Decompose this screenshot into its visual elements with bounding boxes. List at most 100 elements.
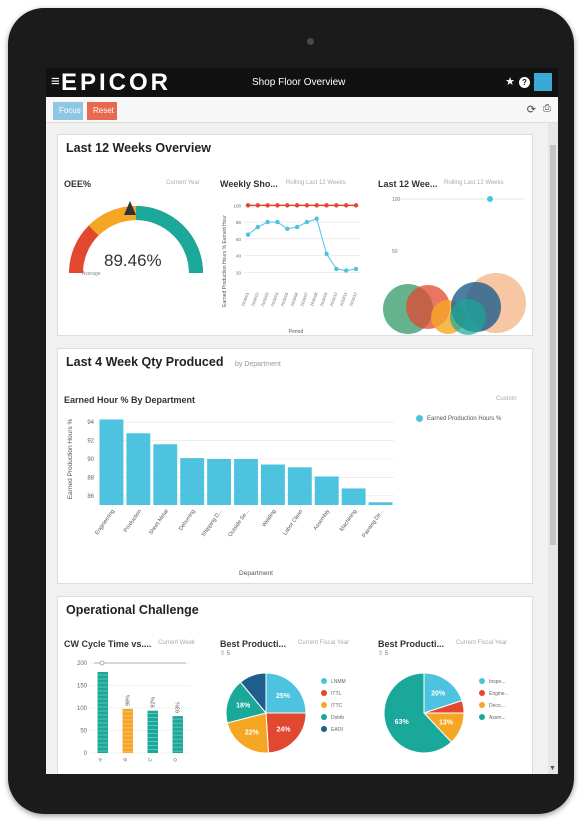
line-point [294,203,300,208]
bar [99,419,124,505]
cw-ytick-label: 100 [77,706,88,712]
bar-category-label: Machining [339,509,358,533]
pie-legend-swatch [479,702,485,708]
bar-category-label: Sheet Metal [148,509,170,536]
oee-value: 89.46% [104,251,162,270]
bubble-ytick-100: 100 [392,197,401,203]
line-point [343,268,349,273]
pie-data-label: 24% [276,726,291,733]
pie-legend-swatch [479,678,485,684]
bar-xlabel: Department [239,570,273,577]
pie-data-label: 25% [276,693,291,700]
pie-legend-label: Engine... [489,691,509,697]
line-xtick-label: 2019/02 [250,291,260,307]
bar [314,476,339,505]
scrollbar-thumb[interactable] [550,145,556,545]
panel-qty: Last 4 Week Qty Produced by Department E… [57,348,533,584]
line-point [304,219,310,225]
menu-icon[interactable]: ≡ [51,74,60,89]
pie-legend-label: ITTL [331,691,341,697]
cw-category-label: A [97,756,104,762]
focus-button[interactable]: Focus [53,102,83,120]
bar-category-label: Labor Clean [282,509,304,537]
scroll-down-arrow-icon[interactable]: ▼ [549,765,556,772]
bar-category-label: Shipping D... [201,508,224,538]
cw-ytick-label: 200 [77,661,88,667]
bar [341,488,366,505]
weekly-ylabel: Earned Production Hours % Earned Hour [222,215,228,307]
gauge-label: Average [82,271,101,277]
line-xtick-label: 2019/03 [260,291,270,307]
pie-legend-label: Inspe... [489,679,505,685]
weekly-chart-meta: Rolling Last 12 Weeks [286,180,346,186]
cw-bar [122,708,133,753]
bar [260,464,285,505]
line-ytick-label: 20 [236,270,242,275]
bar-ytick-label: 90 [87,457,94,463]
bar-category-label: Deburring [178,509,197,532]
pie-data-label: 20% [431,691,446,698]
line-point [285,226,290,231]
bubble-marker [487,196,493,202]
bubble-ytick-50: 50 [392,249,398,255]
bar-ylabel: Earned Production Hours % [67,418,74,499]
line-point [314,203,319,208]
line-point [294,224,300,230]
bubble-chart-meta: Rolling Last 12 Weeks [444,180,504,186]
cw-data-label: 92% [151,697,157,708]
line-point [245,232,251,237]
bar-ytick-label: 92 [87,439,94,445]
cw-ytick-label: 0 [84,751,88,757]
cw-chart-title: CW Cycle Time vs.... [64,639,152,649]
line-point [245,203,251,208]
cw-data-label: 98% [126,695,132,706]
pie-legend-label: LNMM [331,679,346,685]
panel-overview-title: Last 12 Weeks Overview [66,141,211,155]
line-point [275,219,280,225]
line-point [353,203,359,208]
line-point [343,203,349,208]
bar-category-label: Welding [261,509,277,529]
pie-data-label: 63% [395,719,410,726]
vertical-scrollbar[interactable]: ▼ [548,123,558,774]
cw-ytick-label: 50 [80,729,87,735]
page-title: Shop Floor Overview [252,77,346,88]
bar-ytick-label: 86 [87,494,94,500]
oee-meta: Current Year [166,180,200,186]
cw-category-label: C [147,757,154,763]
bar [207,459,232,505]
bar-chart-meta: Custom [496,396,517,402]
cw-bar [97,672,108,753]
bar [180,458,205,505]
line-point [255,203,261,208]
help-icon[interactable]: ? [519,76,530,88]
line-point [314,216,319,221]
bar [234,459,258,505]
top-icons: ★ ? [505,73,552,91]
bubble-teal [450,299,486,335]
print-icon[interactable]: ⎙ [543,103,551,114]
line-point [265,203,270,208]
reset-button[interactable]: Reset [87,102,117,120]
line-xtick-label: 2019/06 [289,291,299,307]
pie-legend-swatch [321,726,327,732]
line-xtick-label: 2019/07 [299,291,309,307]
weekly-line-chart: Earned Production Hours % Earned Hour Pe… [222,203,360,335]
bp2-title: Best Producti... [378,639,445,649]
user-avatar-icon[interactable] [534,73,552,91]
panel-challenge-title: Operational Challenge [66,603,199,617]
gauge-arc-orange [88,206,137,236]
legend-swatch [416,415,423,422]
line-point [285,203,290,208]
refresh-icon[interactable]: ⟳ [527,103,536,116]
line-xtick-label: 2019/11 [339,291,349,307]
oee-title: OEE% [64,179,92,189]
line-point [334,203,339,208]
line-xtick-label: 2019/10 [329,291,339,307]
favorite-star-icon[interactable]: ★ [505,73,515,91]
line-xtick-label: 2019/12 [348,291,358,307]
bubble-chart: 100 50 [383,196,526,335]
line-xtick-label: 2019/08 [309,291,319,307]
line-xtick-label: 2019/09 [319,291,329,307]
pie-legend-swatch [321,690,327,696]
